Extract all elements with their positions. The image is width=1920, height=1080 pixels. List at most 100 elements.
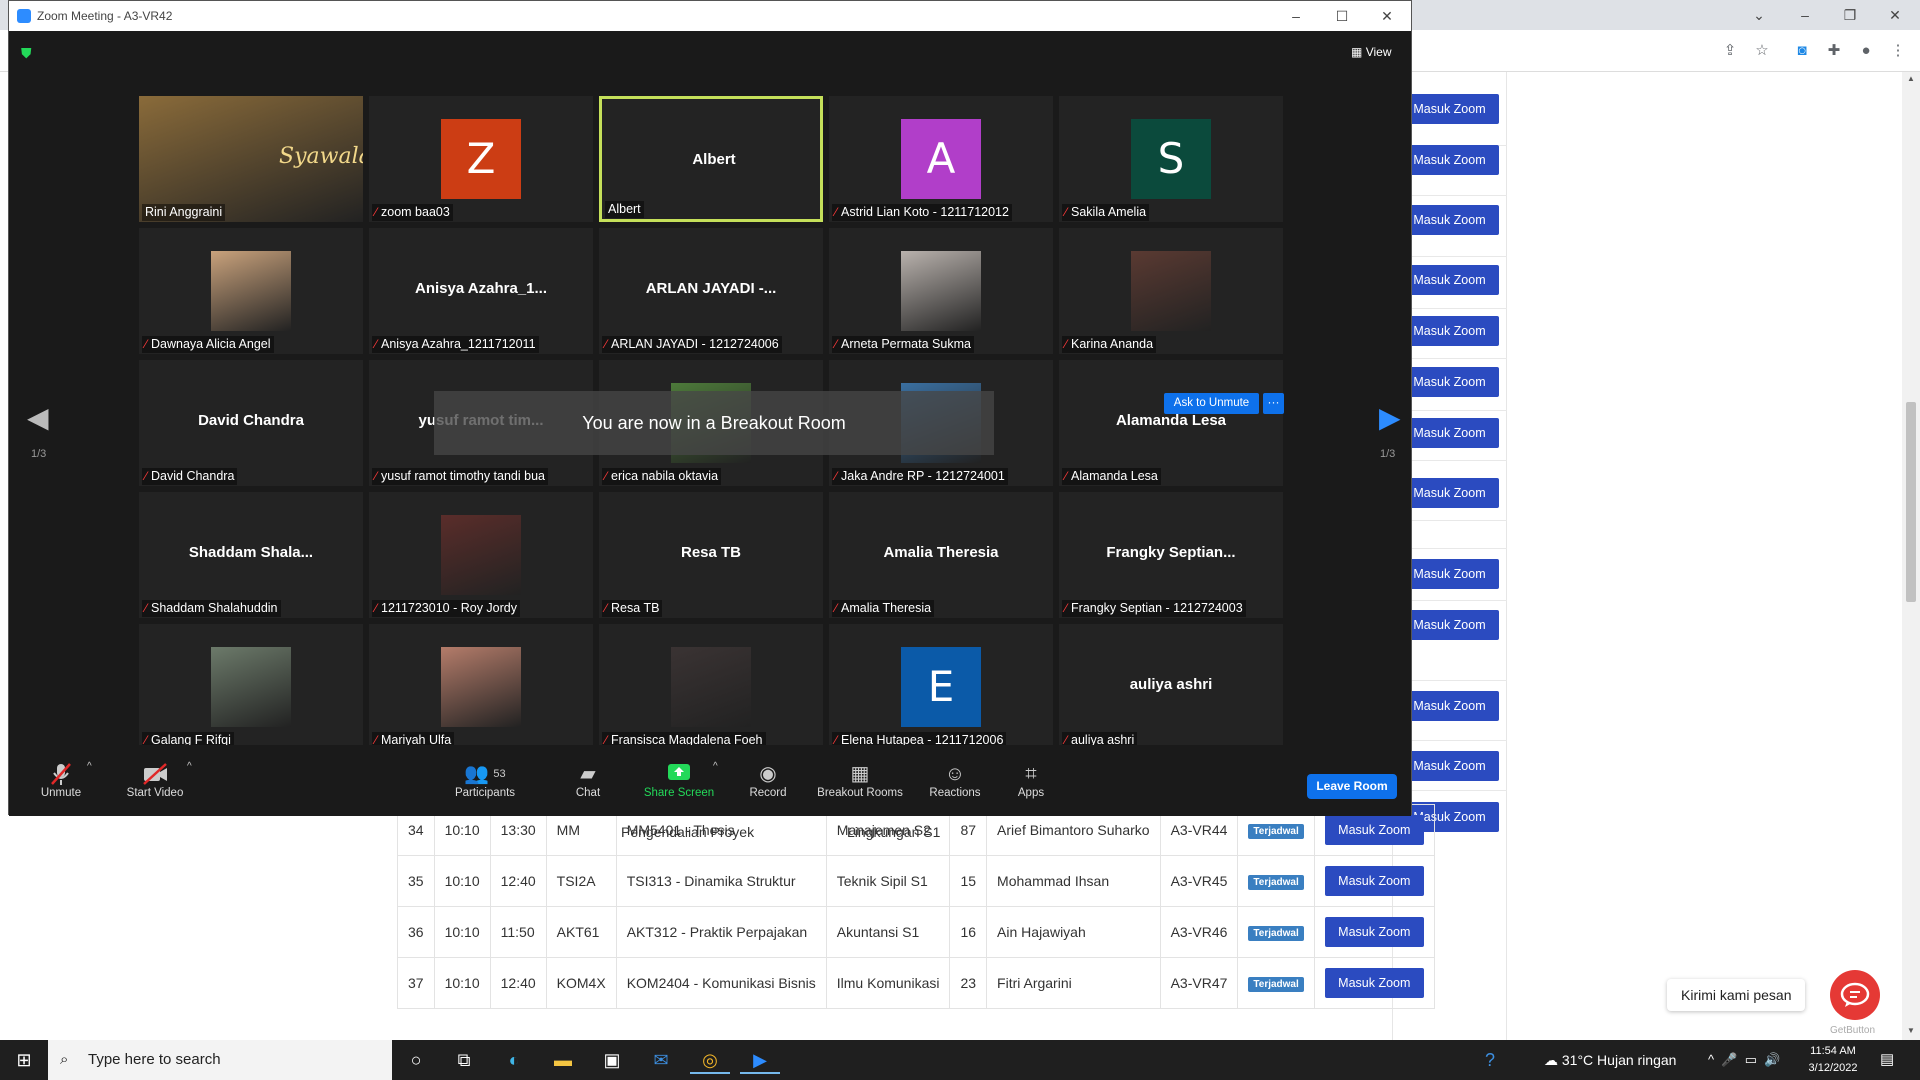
file-explorer-icon[interactable]: ▬ xyxy=(543,1046,583,1074)
maximize-icon[interactable]: ☐ xyxy=(1327,5,1357,27)
volume-icon[interactable]: 🔊 xyxy=(1764,1052,1780,1067)
masuk-zoom-button[interactable]: Masuk Zoom xyxy=(1400,751,1499,781)
profile-icon[interactable]: ● xyxy=(1856,41,1876,61)
participant-tile[interactable]: Frangky Septian... ⁄ Frangky Septian - 121… xyxy=(1059,492,1283,618)
puzzle-icon[interactable]: ✚ xyxy=(1824,41,1844,61)
participant-tile[interactable]: Z ⁄ zoom baa03 xyxy=(369,96,593,222)
weather-widget[interactable]: ☁ 31°C Hujan ringan xyxy=(1544,1040,1676,1080)
action-cell: Masuk Zoom xyxy=(1313,855,1435,907)
masuk-zoom-button[interactable]: Masuk Zoom xyxy=(1400,265,1499,295)
microphone-icon[interactable]: 🎤 xyxy=(1721,1052,1737,1067)
masuk-zoom-button[interactable]: Masuk Zoom xyxy=(1400,610,1499,640)
scroll-thumb[interactable] xyxy=(1906,402,1916,602)
chat-widget-button[interactable] xyxy=(1830,970,1880,1020)
participant-tile[interactable]: ⁄ Arneta Permata Sukma xyxy=(829,228,1053,354)
participant-tile[interactable]: Amalia Theresia ⁄ Amalia Theresia xyxy=(829,492,1053,618)
masuk-zoom-button[interactable]: Masuk Zoom xyxy=(1324,917,1424,947)
masuk-zoom-button[interactable]: Masuk Zoom xyxy=(1400,367,1499,397)
network-icon[interactable]: ▭ xyxy=(1745,1052,1757,1067)
participant-tile[interactable]: A ⁄ Astrid Lian Koto - 1211712012 xyxy=(829,96,1053,222)
view-label: View xyxy=(1365,45,1392,59)
participant-tile[interactable]: ⁄ Dawnaya Alicia Angel xyxy=(139,228,363,354)
masuk-zoom-button[interactable]: Masuk Zoom xyxy=(1400,418,1499,448)
close-icon[interactable]: ✕ xyxy=(1880,4,1910,26)
masuk-zoom-button[interactable]: Masuk Zoom xyxy=(1400,205,1499,235)
participant-tile[interactable]: Shaddam Shala... ⁄ Shaddam Shalahuddin xyxy=(139,492,363,618)
participant-tile[interactable]: auliya ashri ⁄ auliya ashri xyxy=(1059,624,1283,750)
extension-icon[interactable]: ◙ xyxy=(1792,41,1812,61)
star-icon[interactable]: ☆ xyxy=(1752,41,1772,61)
scroll-down-icon[interactable]: ▼ xyxy=(1902,1026,1920,1040)
next-page-icon[interactable]: ▶ xyxy=(1379,401,1401,434)
masuk-zoom-button[interactable]: Masuk Zoom xyxy=(1324,866,1424,896)
masuk-zoom-button[interactable]: Masuk Zoom xyxy=(1400,478,1499,508)
reactions-button[interactable]: ☺ Reactions xyxy=(920,761,990,799)
previous-page-icon[interactable]: ◀ xyxy=(27,401,49,434)
mail-icon[interactable]: ✉ xyxy=(641,1046,681,1074)
masuk-zoom-button[interactable]: Masuk Zoom xyxy=(1324,968,1424,998)
unmute-button[interactable]: Unmute ^ xyxy=(31,761,92,799)
chat-button[interactable]: ▰ Chat xyxy=(558,761,618,799)
shield-icon[interactable]: ⛊ xyxy=(21,45,35,61)
participant-tile[interactable]: E ⁄ Elena Hutapea - 1211712006 xyxy=(829,624,1053,750)
share-screen-button[interactable]: Share Screen ^ xyxy=(637,761,721,799)
chevron-up-icon[interactable]: ^ xyxy=(187,761,192,772)
page-scrollbar[interactable]: ▲ ▼ xyxy=(1902,72,1920,1040)
participant-tile[interactable]: ⁄ Mariyah Ulfa xyxy=(369,624,593,750)
breakout-rooms-button[interactable]: ▦ Breakout Rooms xyxy=(809,761,911,799)
view-button[interactable]: ▦ View xyxy=(1351,45,1391,59)
close-icon[interactable]: ✕ xyxy=(1372,5,1402,27)
minimize-icon[interactable]: – xyxy=(1790,4,1820,26)
masuk-zoom-button[interactable]: Masuk Zoom xyxy=(1400,94,1499,124)
store-icon[interactable]: ▣ xyxy=(592,1046,632,1074)
participant-tile[interactable]: Resa TB ⁄ Resa TB xyxy=(599,492,823,618)
masuk-zoom-button[interactable]: Masuk Zoom xyxy=(1324,815,1424,845)
edge-icon[interactable]: ◐ xyxy=(494,1046,534,1074)
start-video-button[interactable]: Start Video ^ xyxy=(115,761,195,799)
masuk-zoom-button[interactable]: Masuk Zoom xyxy=(1400,691,1499,721)
participant-tile[interactable]: Alamanda Lesa ⁄ Alamanda Lesa xyxy=(1059,360,1283,486)
chevron-up-icon[interactable]: ^ xyxy=(713,761,718,772)
task-view-icon[interactable]: ⧉ xyxy=(444,1046,484,1074)
participant-tile[interactable]: S ⁄ Sakila Amelia xyxy=(1059,96,1283,222)
restore-icon[interactable]: ❐ xyxy=(1835,4,1865,26)
masuk-zoom-button[interactable]: Masuk Zoom xyxy=(1400,316,1499,346)
participant-tile[interactable]: ⁄ Fransisca Magdalena Foeh xyxy=(599,624,823,750)
share-icon[interactable]: ⇪ xyxy=(1720,41,1740,61)
clock[interactable]: 11:54 AM 3/12/2022 xyxy=(1800,1043,1866,1077)
participant-tile[interactable]: Anisya Azahra_1... ⁄ Anisya Azahra_1211712… xyxy=(369,228,593,354)
chevron-down-icon[interactable]: ⌄ xyxy=(1744,4,1774,26)
help-icon[interactable]: ? xyxy=(1470,1046,1510,1074)
windows-start-icon[interactable]: ⊞ xyxy=(0,1040,48,1080)
cortana-icon[interactable]: ○ xyxy=(396,1046,436,1074)
participant-tile[interactable]: ⁄ 1211723010 - Roy Jordy xyxy=(369,492,593,618)
scroll-up-icon[interactable]: ▲ xyxy=(1902,74,1920,88)
masuk-zoom-button[interactable]: Masuk Zoom xyxy=(1400,559,1499,589)
participant-tile[interactable]: ⁄ Karina Ananda xyxy=(1059,228,1283,354)
chrome-icon[interactable]: ◎ xyxy=(690,1046,730,1074)
notification-icon[interactable]: ▤ xyxy=(1880,1050,1894,1068)
participant-tile[interactable]: Syawala Rini Anggraini xyxy=(139,96,363,222)
menu-icon[interactable]: ⋮ xyxy=(1888,41,1908,61)
participant-display-name: Alamanda Lesa xyxy=(1115,412,1227,429)
masuk-zoom-button[interactable]: Masuk Zoom xyxy=(1400,145,1499,175)
participant-tile[interactable]: David Chandra ⁄ David Chandra xyxy=(139,360,363,486)
participant-tile[interactable]: Albert Albert xyxy=(599,96,823,222)
ask-to-unmute-button[interactable]: Ask to Unmute xyxy=(1164,393,1259,414)
chat-prompt[interactable]: Kirimi kami pesan xyxy=(1667,979,1806,1011)
participants-button[interactable]: 👥 53 Participants xyxy=(445,761,525,799)
chevron-up-icon[interactable]: ^ xyxy=(87,761,92,772)
participant-tile[interactable]: ⁄ Galang F Rifqi xyxy=(139,624,363,750)
chevron-up-icon[interactable]: ^ xyxy=(1708,1052,1714,1067)
tray-icons[interactable]: ^ 🎤 ▭ 🔊 xyxy=(1708,1040,1780,1080)
apps-button[interactable]: ⌗ Apps xyxy=(1001,761,1061,799)
taskbar-search-input[interactable]: ⌕ Type here to search xyxy=(48,1040,392,1080)
leave-room-button[interactable]: Leave Room xyxy=(1307,774,1397,799)
more-options-button[interactable]: ··· xyxy=(1263,393,1284,414)
participant-display-name: Frangky Septian... xyxy=(1106,544,1236,561)
participant-tile[interactable]: ARLAN JAYADI -... ⁄ ARLAN JAYADI - 1212724… xyxy=(599,228,823,354)
zoom-app-icon[interactable]: ▶ xyxy=(740,1046,780,1074)
start-cell: 10:10 xyxy=(433,906,491,958)
minimize-icon[interactable]: – xyxy=(1281,5,1311,27)
record-button[interactable]: ◉ Record xyxy=(738,761,798,799)
